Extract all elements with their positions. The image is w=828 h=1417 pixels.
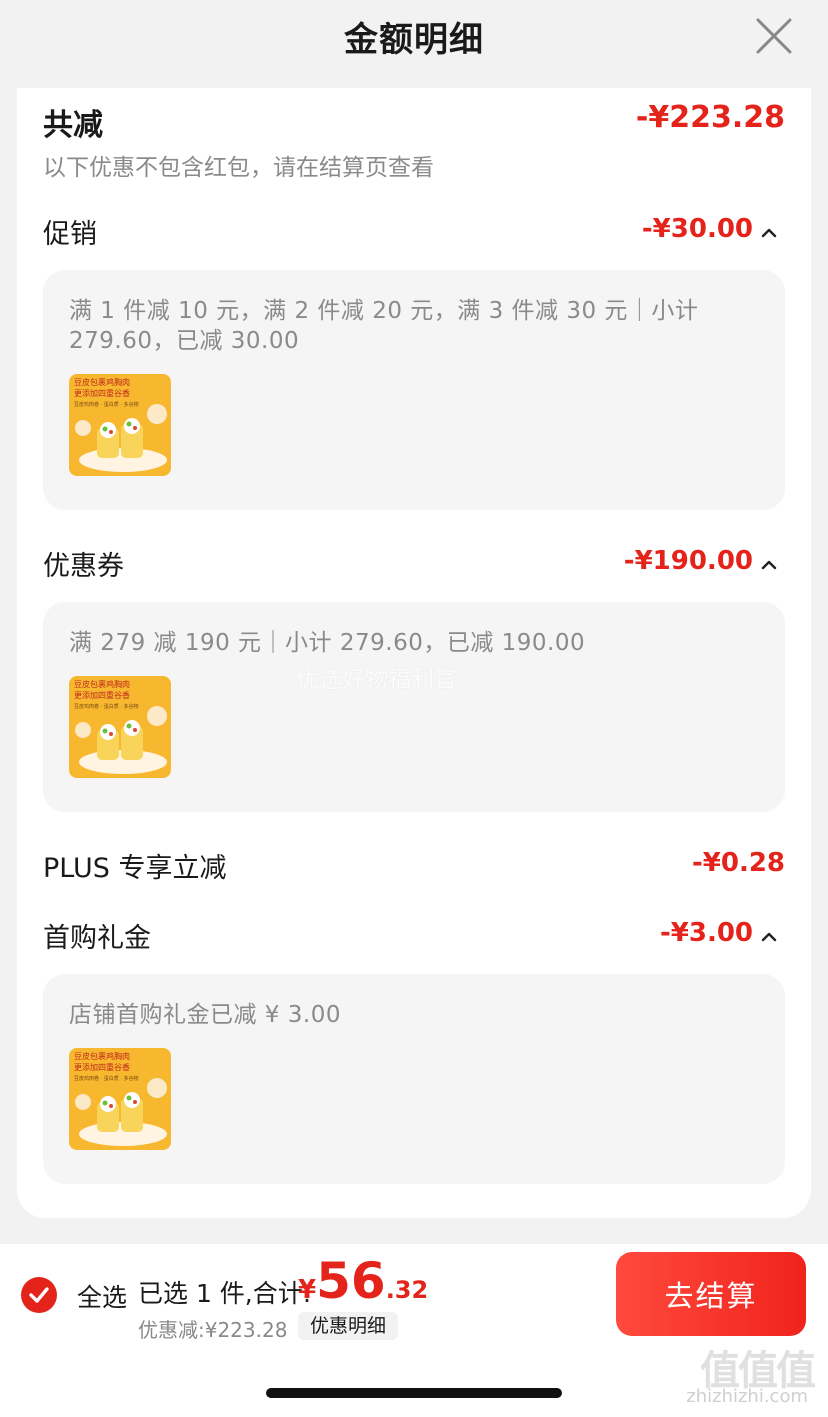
discount-summary: 优惠减:¥223.28 [138, 1318, 288, 1342]
total-discount-label: 共减 [43, 108, 103, 143]
thumb-line1: 豆皮包裹鸡胸肉 [74, 679, 130, 689]
coupon-card: 满 279 减 190 元｜小计 279.60，已减 190.00 豆皮包裹鸡胸… [43, 602, 785, 812]
promo-card: 满 1 件减 10 元，满 2 件减 20 元，满 3 件减 30 元｜小计 2… [43, 270, 785, 510]
discount-detail-button[interactable]: 优惠明细 [298, 1312, 399, 1340]
thumb-line2: 更添加四重谷香 [74, 1062, 130, 1072]
thumb-line1: 豆皮包裹鸡胸肉 [74, 377, 130, 387]
select-all-label[interactable]: 全选 [77, 1278, 127, 1314]
price-integer: 56 [316, 1252, 386, 1310]
close-icon[interactable] [754, 16, 794, 56]
coupon-value: -¥190.00 [623, 546, 753, 576]
checkout-bar: 全选 已选 1 件,合计: ¥56.32 优惠减:¥223.28 优惠明细 去结… [0, 1244, 828, 1344]
chevron-up-icon[interactable] [761, 930, 777, 942]
selected-count: 已选 1 件,合计: [138, 1279, 312, 1308]
coupon-desc: 满 279 减 190 元｜小计 279.60，已减 190.00 [69, 630, 586, 656]
promo-label: 促销 [43, 219, 97, 250]
product-thumbnail[interactable]: 豆皮包裹鸡胸肉 更添加四重谷香 豆皮鸡肉卷 · 蛋白质 · 多谷物 [69, 676, 171, 778]
product-thumbnail[interactable]: 豆皮包裹鸡胸肉 更添加四重谷香 豆皮鸡肉卷 · 蛋白质 · 多谷物 [69, 1048, 171, 1150]
first-order-label: 首购礼金 [43, 923, 151, 954]
watermark: 优选好物福利官 [296, 667, 457, 693]
first-order-desc: 店铺首购礼金已减 ¥ 3.00 [69, 1002, 341, 1028]
detail-sheet: 共减 -¥223.28 以下优惠不包含红包，请在结算页查看 促销 -¥30.00… [17, 88, 811, 1218]
page-title: 金额明细 [344, 20, 484, 60]
select-all-checkbox[interactable] [21, 1277, 57, 1313]
home-indicator[interactable] [266, 1388, 562, 1398]
chevron-up-icon[interactable] [761, 558, 777, 570]
promo-value: -¥30.00 [641, 214, 753, 244]
checkout-button[interactable]: 去结算 [616, 1252, 806, 1336]
discount-note: 以下优惠不包含红包，请在结算页查看 [43, 155, 434, 181]
site-watermark: 值值值 zhizhizhi.com [668, 1344, 818, 1417]
total-discount-value: -¥223.28 [635, 100, 785, 135]
price-decimal: .32 [385, 1276, 429, 1304]
promo-desc: 满 1 件减 10 元，满 2 件减 20 元，满 3 件减 30 元｜小计 2… [69, 298, 699, 354]
product-thumbnail[interactable]: 豆皮包裹鸡胸肉 更添加四重谷香 豆皮鸡肉卷 · 蛋白质 · 多谷物 [69, 374, 171, 476]
first-order-card: 店铺首购礼金已减 ¥ 3.00 豆皮包裹鸡胸肉 更添加四重谷香 豆皮鸡肉卷 · … [43, 974, 785, 1184]
checkmark-icon [29, 1287, 49, 1303]
thumb-line1: 豆皮包裹鸡胸肉 [74, 1051, 130, 1061]
plus-value: -¥0.28 [691, 848, 785, 878]
price-symbol: ¥ [298, 1275, 317, 1305]
chevron-up-icon[interactable] [761, 226, 777, 238]
thumb-line3: 豆皮鸡肉卷 · 蛋白质 · 多谷物 [74, 703, 139, 710]
site-mark-url: zhizhizhi.com [686, 1386, 808, 1407]
coupon-label: 优惠券 [43, 551, 124, 582]
first-order-value: -¥3.00 [659, 918, 753, 948]
total-price: ¥56.32 [298, 1252, 428, 1310]
plus-label: PLUS 专享立减 [43, 853, 227, 884]
thumb-line2: 更添加四重谷香 [74, 690, 130, 700]
thumb-line2: 更添加四重谷香 [74, 388, 130, 398]
thumb-line3: 豆皮鸡肉卷 · 蛋白质 · 多谷物 [74, 401, 139, 408]
header: 金额明细 [0, 0, 828, 88]
thumb-line3: 豆皮鸡肉卷 · 蛋白质 · 多谷物 [74, 1075, 139, 1082]
home-area: 值值值 zhizhizhi.com [0, 1344, 828, 1417]
